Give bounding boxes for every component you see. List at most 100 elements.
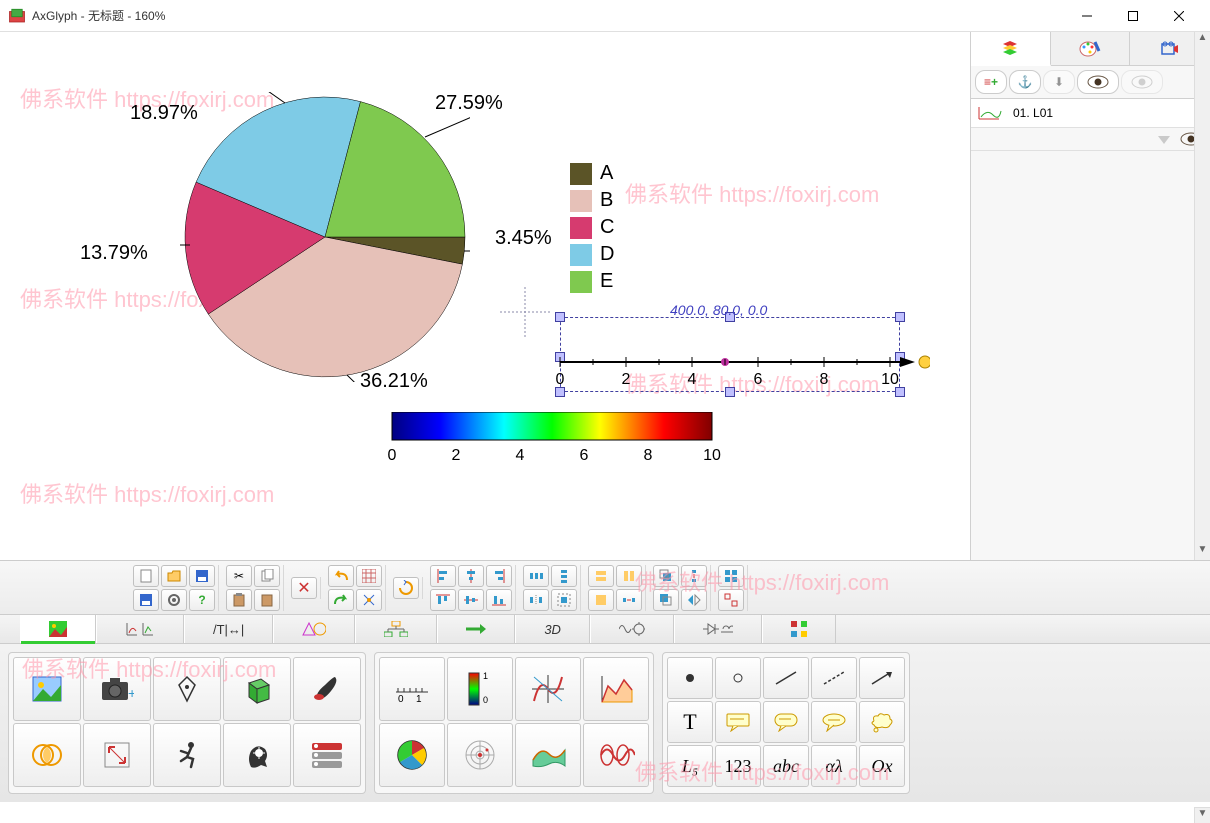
tool-label-Ox[interactable]: Ox (859, 745, 905, 787)
paste-special-button[interactable] (254, 589, 280, 611)
cat-tab-flowchart[interactable] (355, 615, 437, 643)
tool-pen[interactable] (153, 657, 221, 721)
anchor-button[interactable]: ⚓ (1009, 70, 1041, 94)
group-select-button[interactable] (551, 589, 577, 611)
same-size-button[interactable] (588, 589, 614, 611)
canvas[interactable]: 佛系软件 https://foxirj.com 佛系软件 https://fox… (0, 32, 970, 560)
visibility-button[interactable] (1077, 70, 1119, 94)
tool-brush[interactable] (293, 657, 361, 721)
tool-arrow-line[interactable] (859, 657, 905, 699)
cat-tab-colors[interactable] (762, 615, 836, 643)
maximize-button[interactable] (1110, 0, 1156, 32)
cut-button[interactable]: ✂ (226, 565, 252, 587)
cat-tab-text[interactable]: /T|↔| (184, 615, 273, 643)
settings-button[interactable] (161, 589, 187, 611)
group-button[interactable] (718, 565, 744, 587)
down-arrow-icon[interactable] (1156, 132, 1172, 146)
tool-camera[interactable]: + (83, 657, 151, 721)
tool-dashed-line[interactable] (811, 657, 857, 699)
tool-run[interactable] (153, 723, 221, 787)
help-button[interactable]: ? (189, 589, 215, 611)
distribute-h-button[interactable] (523, 565, 549, 587)
distribute-h-center-button[interactable] (523, 589, 549, 611)
align-middle-v-button[interactable] (458, 589, 484, 611)
tool-ruler[interactable]: 01 (379, 657, 445, 721)
layer-row[interactable]: 01. L01 (971, 99, 1210, 128)
pie-chart[interactable] (180, 92, 470, 382)
grid-button[interactable] (356, 565, 382, 587)
snap-button[interactable] (356, 589, 382, 611)
cat-tab-axes[interactable] (96, 615, 184, 643)
tool-spiral[interactable] (583, 723, 649, 787)
tool-callout-cloud[interactable] (859, 701, 905, 743)
colorbar-object[interactable]: 024 6810 (382, 412, 732, 472)
redo-button[interactable] (328, 589, 354, 611)
tool-label-123[interactable]: 123 (715, 745, 761, 787)
scroll-down-corner[interactable]: ▼ (1194, 807, 1210, 823)
tool-callout-rect[interactable] (715, 701, 761, 743)
ungroup-button[interactable] (718, 589, 744, 611)
tool-colorbar-v[interactable]: 10 (447, 657, 513, 721)
number-line-object[interactable]: 400.0, 80.0, 0.0 0 2 4 6 8 10 (560, 342, 920, 422)
tool-surface[interactable] (515, 723, 581, 787)
cat-tab-3d[interactable]: 3D (515, 615, 590, 643)
cat-tab-circuit[interactable] (674, 615, 762, 643)
undo-button[interactable] (328, 565, 354, 587)
tool-chart-list[interactable] (293, 723, 361, 787)
selection-handle[interactable] (555, 312, 565, 322)
cat-tab-arrow[interactable] (437, 615, 515, 643)
tool-dot-hollow[interactable] (715, 657, 761, 699)
align-center-h-button[interactable] (458, 565, 484, 587)
tool-image[interactable] (13, 657, 81, 721)
bring-front-button[interactable] (653, 565, 679, 587)
cat-tab-image[interactable] (20, 615, 96, 643)
open-button[interactable] (161, 565, 187, 587)
align-left-button[interactable] (430, 565, 456, 587)
tool-label-abc[interactable]: abc (763, 745, 809, 787)
paste-button[interactable] (226, 589, 252, 611)
same-height-button[interactable] (616, 565, 642, 587)
delete-button[interactable]: ✕ (291, 577, 317, 599)
tool-line[interactable] (763, 657, 809, 699)
tool-dot-filled[interactable] (667, 657, 713, 699)
tool-text[interactable]: T (667, 701, 713, 743)
tool-label-L5[interactable]: L₅ (667, 745, 713, 787)
scroll-down-icon[interactable]: ▼ (1195, 544, 1210, 560)
align-top-button[interactable] (430, 589, 456, 611)
minimize-button[interactable] (1064, 0, 1110, 32)
same-width-button[interactable] (588, 565, 614, 587)
panel-tab-styles[interactable] (1051, 32, 1131, 65)
space-v-button[interactable] (681, 565, 707, 587)
tool-label-greek[interactable]: αλ (811, 745, 857, 787)
tool-area-plot[interactable] (583, 657, 649, 721)
flip-h-button[interactable] (681, 589, 707, 611)
selection-handle[interactable] (895, 312, 905, 322)
layer-add-button[interactable]: ≡+ (975, 70, 1007, 94)
tool-resize[interactable] (83, 723, 151, 787)
new-button[interactable] (133, 565, 159, 587)
panel-scrollbar[interactable]: ▲ ▼ (1194, 32, 1210, 560)
send-back-button[interactable] (653, 589, 679, 611)
tool-polar[interactable] (447, 723, 513, 787)
rotate-button[interactable] (393, 577, 419, 599)
distribute-v-button[interactable] (551, 565, 577, 587)
tool-function-plot[interactable] (515, 657, 581, 721)
tool-3d-cube[interactable] (223, 657, 291, 721)
save-button[interactable] (189, 565, 215, 587)
tool-head-gear[interactable] (223, 723, 291, 787)
tool-pie[interactable] (379, 723, 445, 787)
tool-venn[interactable] (13, 723, 81, 787)
visibility-off-button[interactable] (1121, 70, 1163, 94)
move-down-button[interactable]: ⬇ (1043, 70, 1075, 94)
cat-tab-shapes[interactable] (273, 615, 355, 643)
save-as-button[interactable] (133, 589, 159, 611)
align-right-button[interactable] (486, 565, 512, 587)
space-h-button[interactable] (616, 589, 642, 611)
close-button[interactable] (1156, 0, 1202, 32)
cat-tab-physics[interactable] (590, 615, 674, 643)
align-bottom-button[interactable] (486, 589, 512, 611)
panel-tab-layers[interactable] (971, 32, 1051, 66)
scroll-up-icon[interactable]: ▲ (1195, 32, 1210, 48)
copy-button[interactable] (254, 565, 280, 587)
tool-callout-ellipse[interactable] (811, 701, 857, 743)
